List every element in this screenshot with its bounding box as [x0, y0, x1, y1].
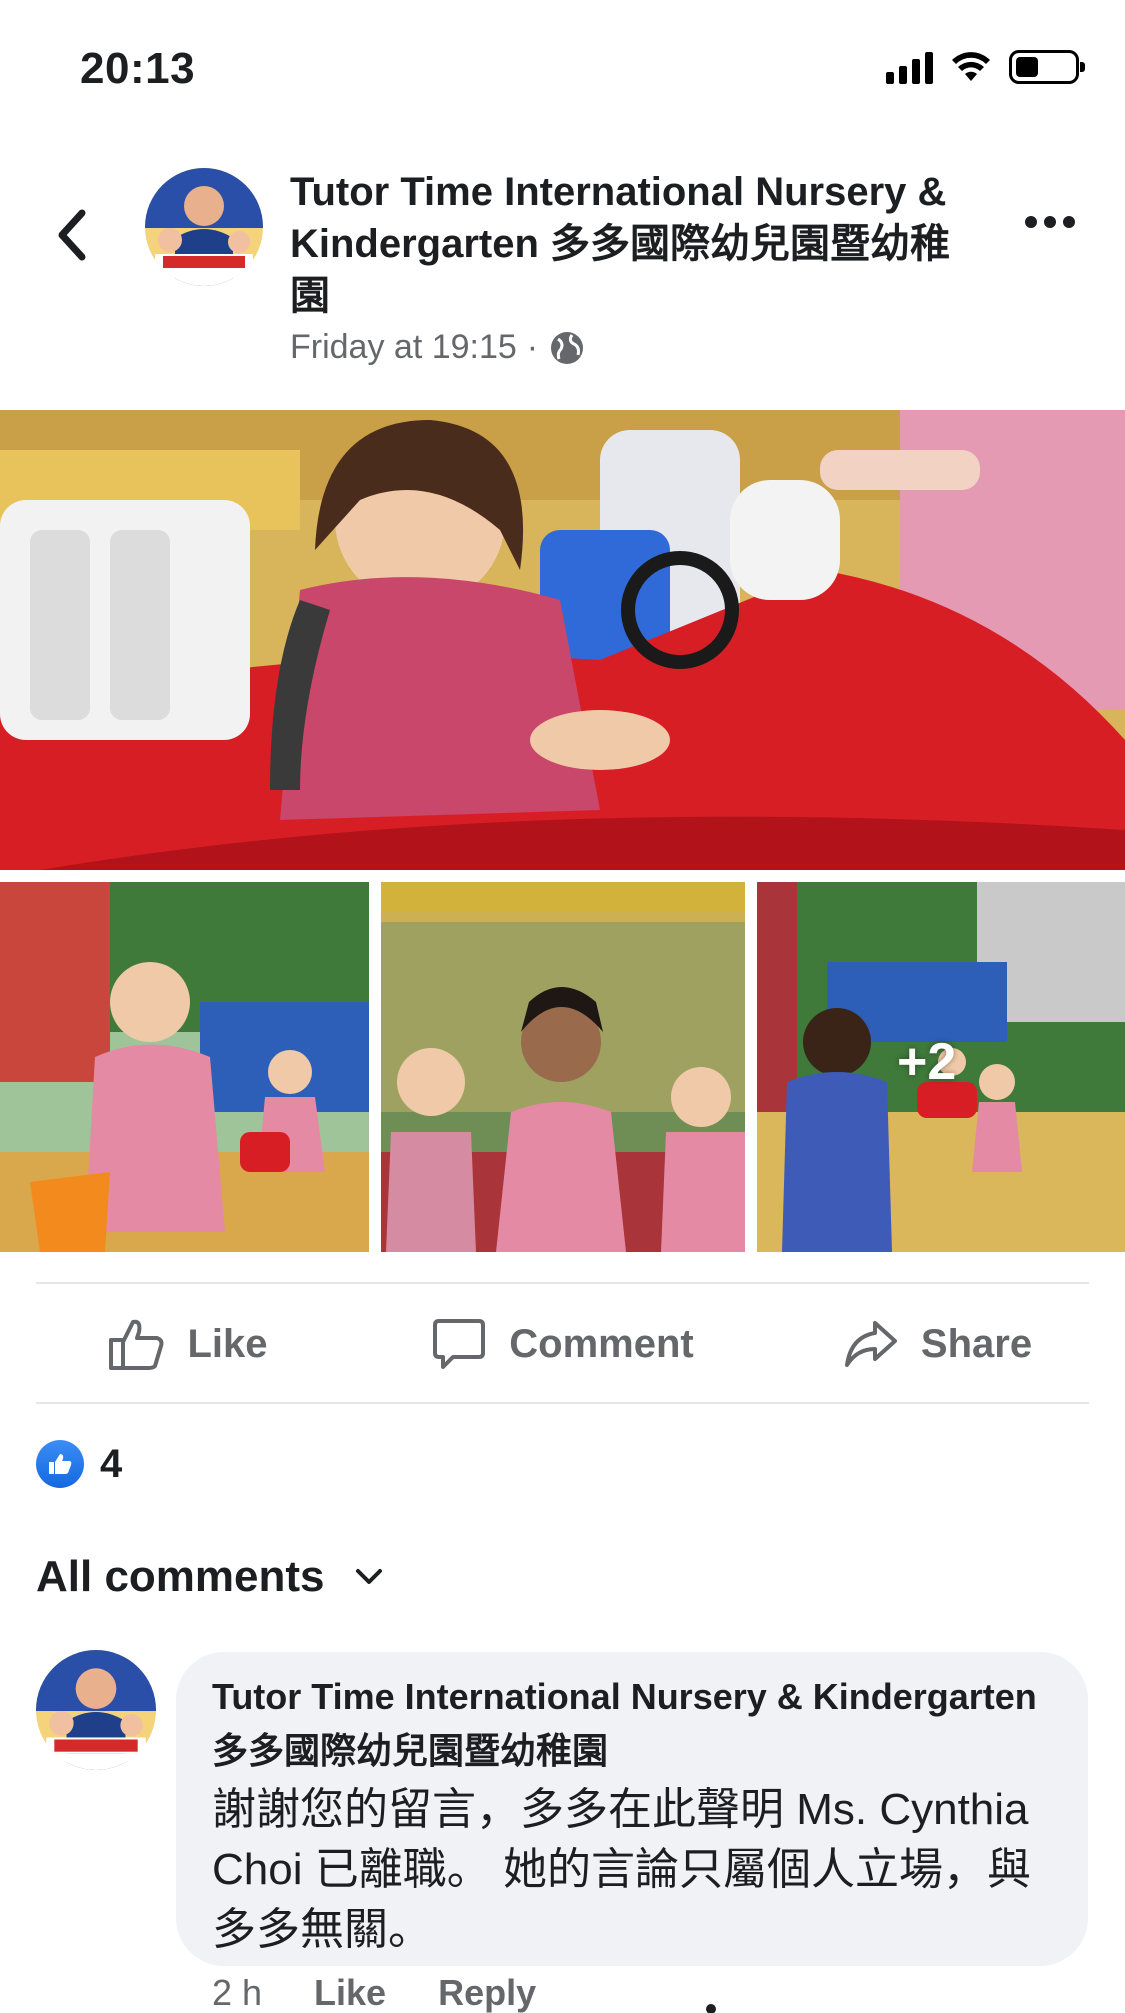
status-bar: 20:13	[0, 0, 1125, 130]
post-photo-thumbnail[interactable]	[381, 882, 745, 1252]
battery-icon	[1009, 50, 1085, 84]
like-label: Like	[187, 1321, 268, 1366]
comments-filter-label: All comments	[36, 1552, 325, 1601]
comment-reply-button[interactable]: Reply	[438, 1972, 536, 2013]
post-photo-thumbnail[interactable]: +2	[757, 882, 1125, 1252]
comment-meta: 2 h Like Reply	[212, 1972, 536, 2013]
chevron-left-icon	[58, 209, 86, 261]
more-photos-count[interactable]: +2	[897, 1032, 956, 1092]
comment-icon	[433, 1319, 486, 1369]
indicator-dot	[706, 2004, 716, 2013]
cellular-signal-icon	[886, 50, 933, 84]
comment-bubble: Tutor Time International Nursery & Kinde…	[176, 1652, 1088, 1966]
like-button[interactable]: Like	[0, 1284, 375, 1404]
post-meta: Friday at 19:15 ·	[290, 328, 586, 367]
comment-text: 謝謝您的留言，多多在此聲明 Ms. Cynthia Choi 已離職。 她的言論…	[212, 1785, 1031, 1954]
back-button[interactable]	[50, 200, 94, 270]
share-icon	[844, 1321, 897, 1367]
post-header: Tutor Time International Nursery & Kinde…	[0, 160, 1125, 390]
chevron-down-icon	[355, 1569, 382, 1584]
thumbs-up-icon	[109, 1319, 164, 1370]
comment-button[interactable]: Comment	[375, 1284, 750, 1404]
status-time: 20:13	[80, 44, 196, 93]
share-button[interactable]: Share	[750, 1284, 1125, 1404]
more-options-button[interactable]	[1025, 216, 1075, 228]
comment-time: 2 h	[212, 1972, 263, 2013]
divider	[36, 1402, 1089, 1404]
meta-separator: ·	[526, 328, 539, 366]
globe-icon[interactable]	[548, 329, 586, 367]
share-label: Share	[920, 1321, 1033, 1366]
post-photo-thumbnail[interactable]	[0, 882, 369, 1252]
comments-filter-dropdown[interactable]: All comments	[36, 1552, 383, 1602]
page-avatar[interactable]	[145, 168, 263, 286]
post-action-bar: Like Comment Share	[0, 1284, 1125, 1404]
page-name[interactable]: Tutor Time International Nursery & Kinde…	[290, 166, 980, 322]
reactions-summary[interactable]: 4	[36, 1440, 122, 1488]
post-timestamp[interactable]: Friday at 19:15	[290, 328, 517, 367]
comment-like-button[interactable]: Like	[314, 1972, 386, 2013]
comment-author-name[interactable]: Tutor Time International Nursery & Kinde…	[212, 1670, 1052, 1778]
reaction-count: 4	[100, 1441, 123, 1486]
post-photo-main[interactable]	[0, 410, 1125, 870]
comment-author-avatar[interactable]	[36, 1650, 156, 1770]
status-icons	[886, 50, 1085, 84]
like-reaction-icon	[36, 1440, 84, 1488]
wifi-icon	[952, 52, 990, 81]
comment-label: Comment	[509, 1321, 694, 1366]
